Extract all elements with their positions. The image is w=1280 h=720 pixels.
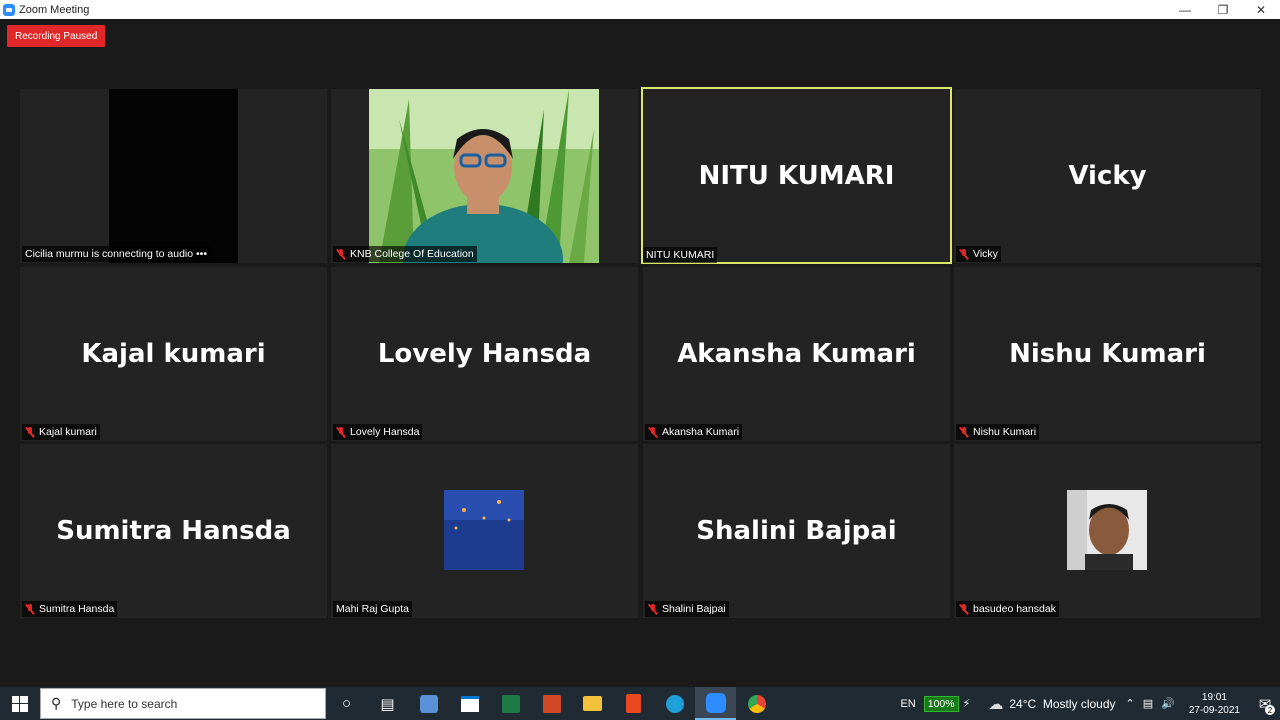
participant-label: Akansha Kumari bbox=[645, 424, 743, 440]
search-placeholder: Type here to search bbox=[71, 696, 178, 711]
meeting-gallery: Recording Paused Cicilia murmu is connec… bbox=[0, 19, 1280, 687]
moon-avatar-image bbox=[444, 490, 524, 570]
search-icon: ⚲ bbox=[51, 695, 62, 711]
participant-label: KNB College Of Education bbox=[333, 246, 477, 262]
man-avatar-image bbox=[1067, 490, 1147, 570]
participant-tile[interactable]: Shalini Bajpai Shalini Bajpai bbox=[643, 444, 950, 618]
participant-label: Sumitra Hansda bbox=[22, 601, 118, 617]
zoom-taskbar-icon[interactable] bbox=[695, 687, 736, 720]
powerpoint-icon[interactable] bbox=[531, 687, 572, 720]
minimize-button[interactable]: — bbox=[1166, 0, 1204, 19]
restore-button[interactable]: ❐ bbox=[1204, 0, 1242, 19]
office-icon[interactable] bbox=[613, 687, 654, 720]
muted-mic-icon bbox=[336, 248, 346, 260]
cortana-icon[interactable]: ○ bbox=[326, 687, 367, 720]
windows-logo-icon bbox=[12, 695, 28, 712]
participant-name-display: NITU KUMARI bbox=[698, 160, 895, 191]
participant-tile[interactable]: Vicky Vicky bbox=[954, 89, 1261, 263]
participant-label: Shalini Bajpai bbox=[645, 601, 729, 617]
participant-name-display: Nishu Kumari bbox=[1009, 339, 1206, 369]
participant-tile-active-speaker[interactable]: NITU KUMARI NITU KUMARI bbox=[641, 87, 952, 264]
chevron-up-icon[interactable]: ⌃ bbox=[1126, 697, 1135, 710]
language-indicator[interactable]: EN bbox=[900, 698, 915, 710]
volume-icon[interactable]: 🔊 bbox=[1161, 697, 1175, 710]
muted-mic-icon bbox=[959, 603, 969, 615]
participant-tile[interactable]: Kajal kumari Kajal kumari bbox=[20, 267, 327, 441]
close-button[interactable]: ✕ bbox=[1242, 0, 1280, 19]
cloud-weather-icon: ☁ bbox=[988, 695, 1004, 713]
muted-mic-icon bbox=[648, 603, 658, 615]
muted-mic-icon bbox=[25, 603, 35, 615]
participant-label: Cicilia murmu is connecting to audio ••• bbox=[22, 246, 211, 262]
battery-percent-badge[interactable]: 100% bbox=[923, 695, 959, 712]
taskbar-search-box[interactable]: ⚲ Type here to search bbox=[40, 688, 326, 719]
network-icon[interactable]: ▤ bbox=[1143, 697, 1153, 710]
participant-name-display: Akansha Kumari bbox=[677, 339, 916, 369]
muted-mic-icon bbox=[648, 426, 658, 438]
participant-label: basudeo hansdak bbox=[956, 601, 1059, 617]
participant-label: Nishu Kumari bbox=[956, 424, 1040, 440]
participant-label: Lovely Hansda bbox=[333, 424, 423, 440]
clock-time: 19:01 bbox=[1201, 691, 1227, 703]
muted-mic-icon bbox=[959, 426, 969, 438]
participant-label: Kajal kumari bbox=[22, 424, 100, 440]
participant-tile[interactable]: Sumitra Hansda Sumitra Hansda bbox=[20, 444, 327, 618]
zoom-app-icon bbox=[3, 3, 15, 16]
recording-paused-badge[interactable]: Recording Paused bbox=[7, 25, 106, 47]
participant-tile[interactable]: Lovely Hansda Lovely Hansda bbox=[331, 267, 638, 441]
file-explorer-icon[interactable] bbox=[572, 687, 613, 720]
microsoft-store-icon[interactable] bbox=[449, 687, 490, 720]
weather-text[interactable]: 24°C Mostly cloudy bbox=[1009, 697, 1115, 711]
participant-tile[interactable]: basudeo hansdak bbox=[954, 444, 1261, 618]
app-icon[interactable] bbox=[408, 687, 449, 720]
participant-name-display: Kajal kumari bbox=[81, 339, 266, 369]
edge-browser-icon[interactable] bbox=[654, 687, 695, 720]
task-view-icon[interactable]: ▤ bbox=[367, 687, 408, 720]
participant-name-display: Vicky bbox=[1068, 161, 1147, 191]
clock-date: 27-09-2021 bbox=[1188, 704, 1240, 716]
system-tray: EN 100% ⚡ ☁ 24°C Mostly cloudy ⌃ ▤ 🔊 19:… bbox=[900, 687, 1280, 720]
participant-label: NITU KUMARI bbox=[643, 247, 718, 263]
windows-taskbar: ⚲ Type here to search ○ ▤ EN 100% ⚡ ☁ 24… bbox=[0, 687, 1280, 720]
participant-label: Mahi Raj Gupta bbox=[333, 601, 412, 617]
clock[interactable]: 19:01 27-09-2021 bbox=[1189, 691, 1240, 717]
charging-icon: ⚡ bbox=[962, 698, 971, 710]
muted-mic-icon bbox=[336, 426, 346, 438]
participant-video bbox=[109, 89, 238, 263]
muted-mic-icon bbox=[959, 248, 969, 260]
participant-name-display: Lovely Hansda bbox=[377, 339, 592, 369]
participant-tile[interactable]: Akansha Kumari Akansha Kumari bbox=[643, 267, 950, 441]
participant-name-display: Shalini Bajpai bbox=[696, 516, 897, 546]
start-button[interactable] bbox=[0, 687, 40, 720]
participant-tile[interactable]: KNB College Of Education bbox=[331, 89, 638, 263]
muted-mic-icon bbox=[25, 426, 35, 438]
chrome-browser-icon[interactable] bbox=[736, 687, 777, 720]
participant-video bbox=[369, 89, 599, 263]
participant-label: Vicky bbox=[956, 246, 1001, 262]
window-title: Zoom Meeting bbox=[19, 3, 90, 16]
notification-count-badge: 2 bbox=[1265, 705, 1275, 715]
participant-tile[interactable]: Nishu Kumari Nishu Kumari bbox=[954, 267, 1261, 441]
excel-icon[interactable] bbox=[490, 687, 531, 720]
participant-name-display: Sumitra Hansda bbox=[56, 516, 291, 546]
participant-tile[interactable]: Mahi Raj Gupta bbox=[331, 444, 638, 618]
title-bar: Zoom Meeting — ❐ ✕ bbox=[0, 0, 1280, 19]
notifications-button[interactable]: ✉ 2 bbox=[1250, 687, 1280, 720]
participant-tile[interactable]: Cicilia murmu is connecting to audio ••• bbox=[20, 89, 327, 263]
